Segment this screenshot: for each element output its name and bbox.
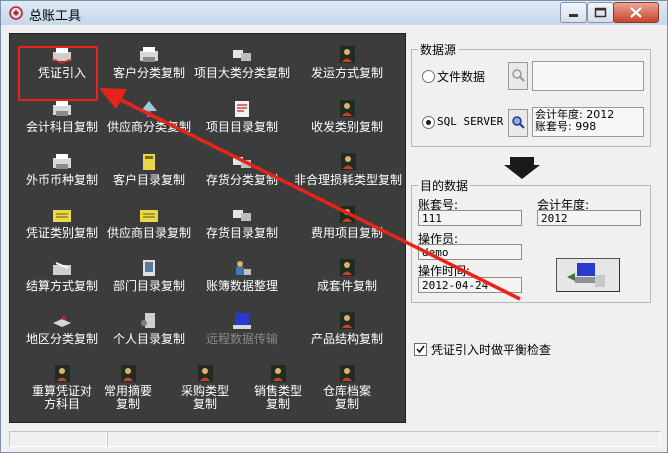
main-window: 总账工具 凭证引入 客户分类复制 项目大类分类复制 发运方式复制 会计科目复制 … — [0, 0, 668, 453]
annotation-arrow — [99, 88, 521, 301]
